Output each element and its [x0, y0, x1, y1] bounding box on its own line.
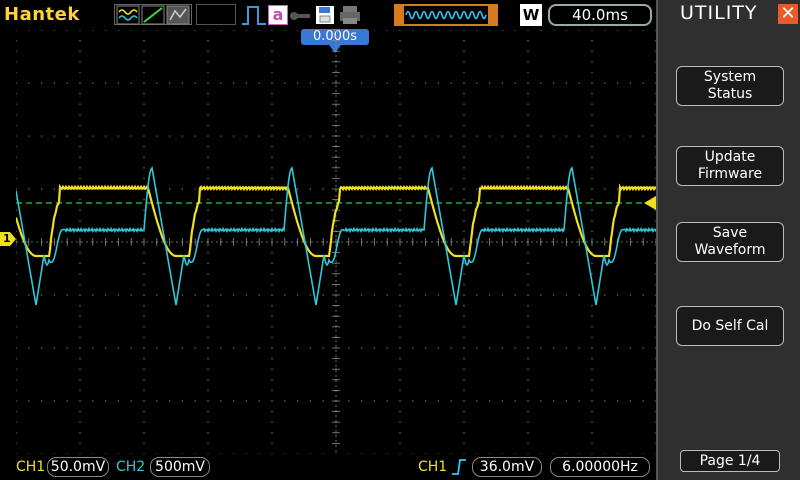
trigger-level[interactable]: 36.0mV: [472, 457, 542, 477]
channel-icons: [114, 4, 192, 25]
waveform-display[interactable]: [16, 30, 656, 454]
memory-depth-bar: [394, 4, 498, 26]
self-cal-button[interactable]: Do Self Cal: [676, 306, 784, 346]
trigger-source: CH1: [418, 459, 448, 475]
brand-logo: Hantek: [4, 4, 80, 25]
ch2-scale[interactable]: 500mV: [150, 457, 210, 477]
graticule: [16, 30, 656, 454]
timebase-value: 40.0ms: [548, 4, 652, 26]
bottom-status-bar: CH1 50.0mV CH2 500mV CH1 36.0mV 6.00000H…: [0, 454, 656, 480]
trigger-level-marker: [644, 196, 656, 210]
utility-menu: UTILITY ✕ System Status Update Firmware …: [656, 0, 800, 480]
ch1-label: CH1: [16, 459, 46, 475]
frequency-readout: 6.00000Hz: [550, 457, 650, 477]
printer-icon: [340, 6, 360, 24]
key-icon: [290, 12, 310, 20]
ch1-marker-label: 1: [3, 232, 11, 245]
ch1-scale[interactable]: 50.0mV: [47, 457, 109, 477]
system-status-button[interactable]: System Status: [676, 66, 784, 106]
ch2-label: CH2: [116, 459, 146, 475]
auto-icon: a: [268, 5, 288, 25]
top-status-bar: Hantek a W 40.0ms: [0, 0, 656, 30]
memory-wave-icon: [405, 10, 487, 20]
blank-indicator: [196, 4, 236, 25]
save-waveform-button[interactable]: Save Waveform: [676, 222, 784, 262]
page-indicator-button[interactable]: Page 1/4: [680, 450, 780, 472]
save-disk-icon: [316, 6, 334, 24]
menu-title-bar: UTILITY ✕: [658, 0, 800, 30]
timebase-mode-badge: W: [520, 4, 542, 26]
rising-edge-icon: [452, 459, 466, 475]
menu-title: UTILITY: [680, 2, 758, 24]
update-firmware-button[interactable]: Update Firmware: [676, 146, 784, 186]
close-icon[interactable]: ✕: [778, 4, 798, 24]
trigger-pulse-icon: [242, 6, 266, 25]
